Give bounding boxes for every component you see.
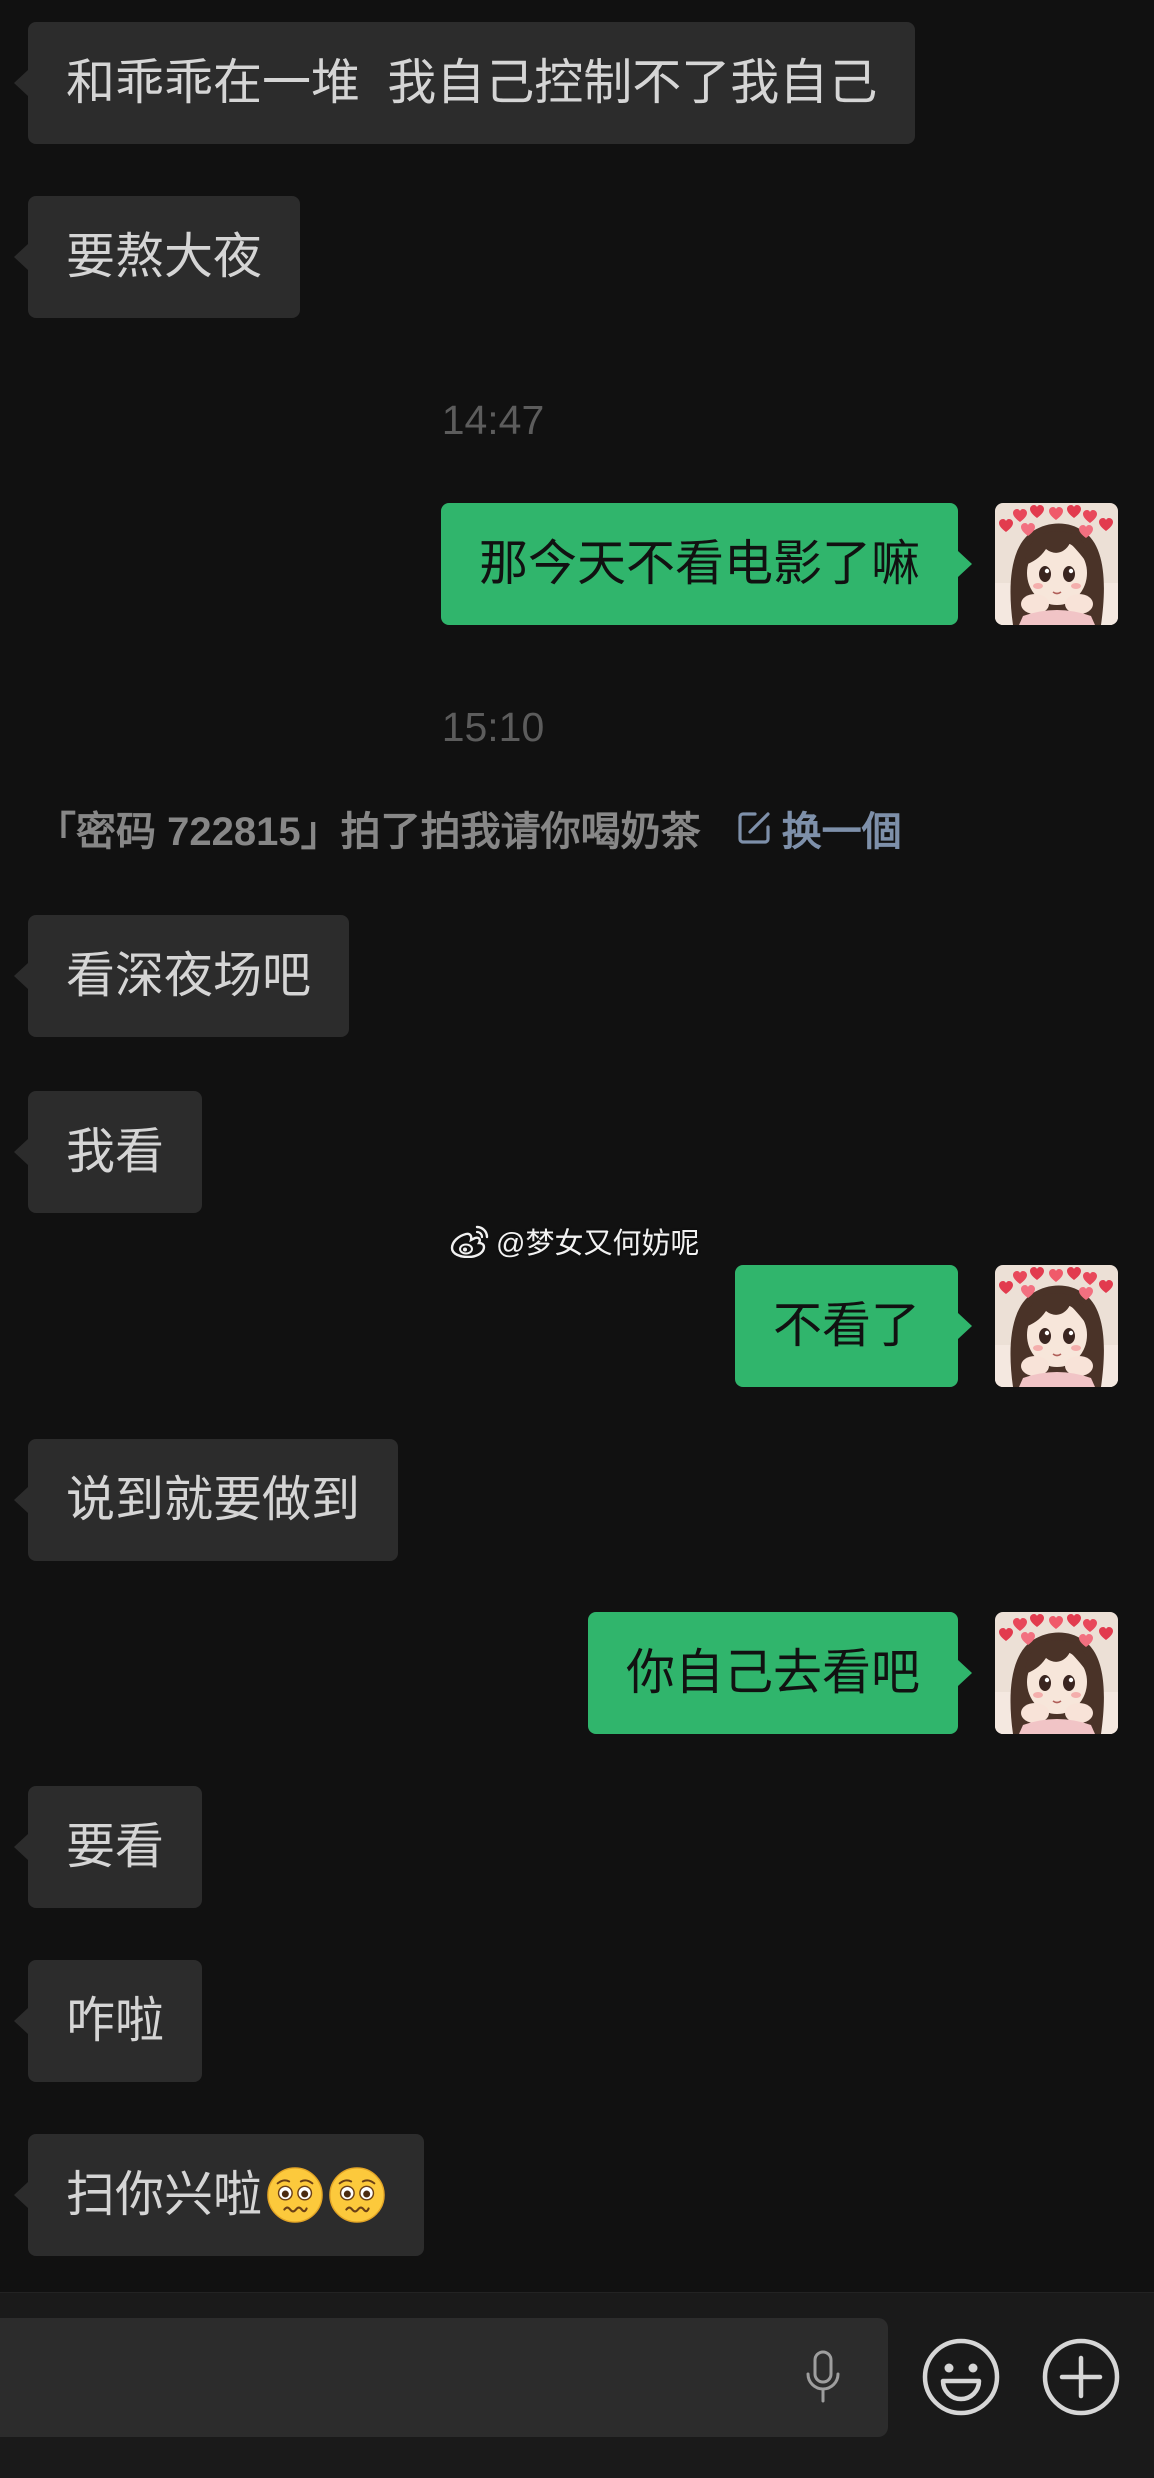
emoji-icon — [922, 2338, 1000, 2416]
microphone-icon — [806, 2350, 840, 2403]
message-bubble-sent[interactable]: 你自己去看吧 — [587, 1612, 973, 1734]
watermark: @梦女又何妨呢 — [450, 1221, 699, 1261]
pleading-face-emoji-icon — [328, 2166, 386, 2224]
message-bubble-received[interactable]: 扫你兴啦 — [13, 2134, 425, 2256]
message-bubble-received[interactable]: 我看 — [13, 1091, 203, 1213]
self-avatar[interactable] — [995, 1265, 1118, 1387]
message-bubble-received[interactable]: 要看 — [13, 1786, 203, 1908]
message-text: 我看 — [66, 1124, 165, 1179]
more-options-button[interactable] — [1041, 2337, 1121, 2417]
message-text: 和乖乖在一堆 我自己控制不了我自己 — [66, 55, 878, 110]
message-timestamp: 14:47 — [441, 397, 545, 443]
message-timestamp: 15:10 — [441, 704, 545, 750]
message-text: 咋啦 — [66, 1993, 165, 2048]
anime-girl-avatar-icon — [995, 1265, 1118, 1387]
chat-input-bar — [0, 2292, 1154, 2478]
weibo-logo-icon — [450, 1225, 489, 1258]
self-avatar[interactable] — [995, 503, 1118, 625]
anime-girl-avatar-icon — [995, 503, 1118, 625]
message-bubble-received[interactable]: 说到就要做到 — [13, 1439, 399, 1561]
emoji-button[interactable] — [921, 2337, 1001, 2417]
message-bubble-received[interactable]: 咋啦 — [13, 1960, 203, 2082]
emoji-group — [262, 2166, 386, 2224]
message-bubble-sent[interactable]: 不看了 — [734, 1265, 973, 1387]
pleading-face-emoji-icon — [266, 2166, 324, 2224]
pat-change-label: 换一個 — [781, 810, 902, 854]
plus-icon — [1042, 2338, 1120, 2416]
pat-change-button[interactable]: 换一個 — [734, 799, 902, 857]
anime-girl-avatar-icon — [995, 1612, 1118, 1734]
message-text: 看深夜场吧 — [66, 948, 312, 1003]
pat-notice: 「密码 722815」拍了拍我请你喝奶茶 换一個 — [36, 803, 902, 854]
message-text: 要熬大夜 — [66, 229, 263, 284]
message-text: 不看了 — [772, 1298, 920, 1353]
message-text: 你自己去看吧 — [625, 1645, 920, 1700]
message-bubble-sent[interactable]: 那今天不看电影了嘛 — [440, 503, 973, 625]
message-text: 那今天不看电影了嘛 — [478, 536, 920, 591]
chat-screen: 和乖乖在一堆 我自己控制不了我自己 要熬大夜 14:47 那今天不看电影了嘛 1… — [0, 0, 1154, 2478]
message-bubble-received[interactable]: 要熬大夜 — [13, 196, 301, 318]
watermark-text: @梦女又何妨呢 — [496, 1228, 700, 1260]
message-text: 扫你兴啦 — [66, 2167, 263, 2222]
message-bubble-received[interactable]: 和乖乖在一堆 我自己控制不了我自己 — [13, 22, 916, 144]
message-bubble-received[interactable]: 看深夜场吧 — [13, 915, 350, 1037]
self-avatar[interactable] — [995, 1612, 1118, 1734]
message-input[interactable] — [0, 2318, 888, 2437]
edit-icon — [737, 812, 770, 844]
voice-input-button[interactable] — [805, 2349, 841, 2405]
message-text: 要看 — [66, 1819, 165, 1874]
message-text: 说到就要做到 — [66, 1472, 361, 1527]
pat-notice-text: 「密码 722815」拍了拍我请你喝奶茶 — [36, 810, 701, 854]
